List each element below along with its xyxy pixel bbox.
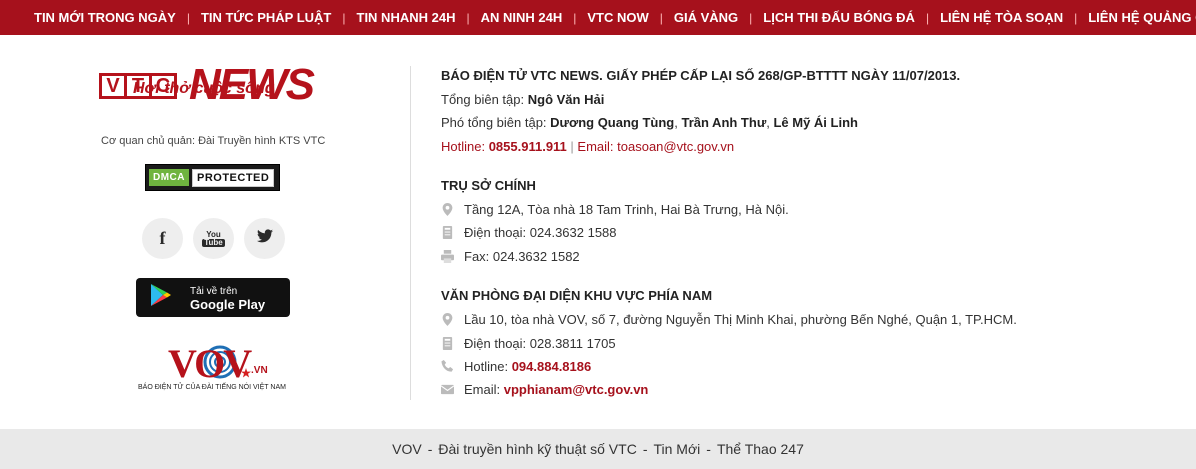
nav-separator: | <box>749 10 753 25</box>
dmca-protected-label: PROTECTED <box>192 168 275 187</box>
south-hotline-line: Hotline: 094.884.8186 <box>441 359 591 374</box>
facebook-button[interactable]: f <box>142 218 183 259</box>
twitter-icon <box>256 229 273 248</box>
location-pin-icon <box>442 313 453 326</box>
license-heading: BÁO ĐIỆN TỬ VTC NEWS. GIẤY PHÉP CẤP LẠI … <box>441 68 961 83</box>
logo-letter: V <box>99 73 127 99</box>
youtube-button[interactable]: You Tube <box>193 218 234 259</box>
hq-address-line: Tầng 12A, Tòa nhà 18 Tam Trinh, Hai Bà T… <box>441 202 789 217</box>
hq-address: Tầng 12A, Tòa nhà 18 Tam Trinh, Hai Bà T… <box>464 202 789 217</box>
hq-fax: Fax: 024.3632 1582 <box>464 249 580 264</box>
south-email-line: Email: vpphianam@vtc.gov.vn <box>441 382 648 397</box>
deputy-name: Dương Quang Tùng <box>550 115 675 130</box>
email-link[interactable]: toasoan@vtc.gov.vn <box>617 139 734 154</box>
hq-fax-line: Fax: 024.3632 1582 <box>441 249 580 264</box>
nav-item-vtc-now[interactable]: VTC NOW <box>587 10 648 25</box>
vov-logo[interactable]: VOV .VN BÁO ĐIỆN TỬ CỦA ĐÀI TIẾNG NÓI VI… <box>138 340 298 398</box>
footer-link-tin-moi[interactable]: Tin Mới <box>653 441 700 457</box>
nav-separator: | <box>573 10 577 25</box>
youtube-icon: You Tube <box>202 230 225 247</box>
phone-icon <box>441 360 454 372</box>
south-heading: VĂN PHÒNG ĐẠI DIỆN KHU VỰC PHÍA NAM <box>441 288 713 303</box>
facebook-icon: f <box>159 228 166 248</box>
google-play-big: Google Play <box>190 296 266 312</box>
nav-item-lien-he-toa-soan[interactable]: LIÊN HỆ TÒA SOẠN <box>940 10 1063 25</box>
hq-heading: TRỤ SỞ CHÍNH <box>441 178 536 193</box>
top-navigation: TIN MỚI TRONG NGÀY | TIN TỨC PHÁP LUẬT |… <box>0 0 1196 35</box>
vov-star-icon <box>241 368 251 378</box>
google-play-small: Tải về trên <box>190 285 238 297</box>
nav-separator: | <box>659 10 663 25</box>
phone-book-icon <box>442 337 453 350</box>
column-divider <box>410 66 411 400</box>
google-play-icon <box>150 283 172 312</box>
hotline-label: Hotline: <box>441 139 489 154</box>
slogan: Hơi thở cuộc sống <box>133 80 275 97</box>
south-phone: Điện thoại: 028.3811 1705 <box>464 336 616 351</box>
nav-item-phap-luat[interactable]: TIN TỨC PHÁP LUẬT <box>201 10 331 25</box>
deputy-line: Phó tổng biên tập: Dương Quang Tùng, Trầ… <box>441 115 858 130</box>
email-label: Email: <box>577 139 618 154</box>
vov-caption: BÁO ĐIỆN TỬ CỦA ĐÀI TIẾNG NÓI VIỆT NAM <box>138 384 286 391</box>
deputy-label: Phó tổng biên tập: <box>441 115 551 130</box>
youtube-icon-bottom: Tube <box>202 237 225 247</box>
south-hotline-link[interactable]: 094.884.8186 <box>512 359 592 374</box>
south-hotline-label: Hotline: <box>464 359 512 374</box>
footer-links: VOV - Đài truyền hình kỹ thuật số VTC - … <box>0 429 1196 469</box>
footer-link-vov[interactable]: VOV <box>392 441 422 457</box>
footer-separator: - <box>427 441 433 457</box>
hq-phone-line: Điện thoại: 024.3632 1588 <box>441 225 617 240</box>
nav-item-tin-nhanh[interactable]: TIN NHANH 24H <box>357 10 456 25</box>
pipe-separator: | <box>566 139 578 154</box>
nav-item-an-ninh[interactable]: AN NINH 24H <box>481 10 563 25</box>
nav-separator: | <box>1074 10 1078 25</box>
footer-link-vtc[interactable]: Đài truyền hình kỹ thuật số VTC <box>438 441 636 457</box>
south-address: Lầu 10, tòa nhà VOV, số 7, đường Nguyễn … <box>464 312 1017 327</box>
social-links: f You Tube <box>142 218 285 259</box>
deputy-name: Trần Anh Thư <box>681 115 767 130</box>
google-play-button[interactable]: Tải về trên Google Play <box>136 278 290 317</box>
envelope-icon <box>441 384 454 395</box>
fax-icon <box>441 250 454 263</box>
deputy-name: Lê Mỹ Ái Linh <box>773 115 858 130</box>
phone-book-icon <box>442 226 453 239</box>
footer-link-the-thao[interactable]: Thể Thao 247 <box>717 441 804 457</box>
editor-line: Tổng biên tập: Ngô Văn Hải <box>441 92 604 107</box>
editor-name: Ngô Văn Hải <box>527 92 605 107</box>
south-email-link[interactable]: vpphianam@vtc.gov.vn <box>504 382 649 397</box>
footer-separator: - <box>706 441 711 457</box>
nav-item-lien-he-quang-cao[interactable]: LIÊN HỆ QUẢNG CÁO <box>1088 10 1196 25</box>
nav-item-tin-moi[interactable]: TIN MỚI TRONG NGÀY <box>34 10 176 25</box>
south-email-label: Email: <box>464 382 504 397</box>
nav-separator: | <box>466 10 470 25</box>
google-play-text: Tải về trên Google Play <box>190 285 265 311</box>
nav-separator: | <box>186 10 190 25</box>
vov-suffix: .VN <box>251 365 268 376</box>
south-phone-line: Điện thoại: 028.3811 1705 <box>441 336 616 351</box>
nav-separator: | <box>925 10 930 25</box>
nav-item-gia-vang[interactable]: GIÁ VÀNG <box>674 10 738 25</box>
hotline-line: Hotline: 0855.911.911 | Email: toasoan@v… <box>441 139 734 154</box>
owner-text: Cơ quan chủ quản: Đài Truyền hình KTS VT… <box>101 135 326 147</box>
dmca-label: DMCA <box>149 169 189 186</box>
south-address-line: Lầu 10, tòa nhà VOV, số 7, đường Nguyễn … <box>441 312 1017 327</box>
footer-separator: - <box>642 441 648 457</box>
hq-phone: Điện thoại: 024.3632 1588 <box>464 225 617 240</box>
location-pin-icon <box>442 203 453 216</box>
twitter-button[interactable] <box>244 218 285 259</box>
editor-label: Tổng biên tập: <box>441 92 528 107</box>
dmca-badge[interactable]: DMCA PROTECTED <box>145 164 280 191</box>
nav-item-lich-thi-dau[interactable]: LỊCH THI ĐẤU BÓNG ĐÁ <box>763 10 915 25</box>
vov-letters: VOV <box>168 341 252 386</box>
hotline-link[interactable]: 0855.911.911 <box>489 139 567 154</box>
nav-separator: | <box>342 10 346 25</box>
